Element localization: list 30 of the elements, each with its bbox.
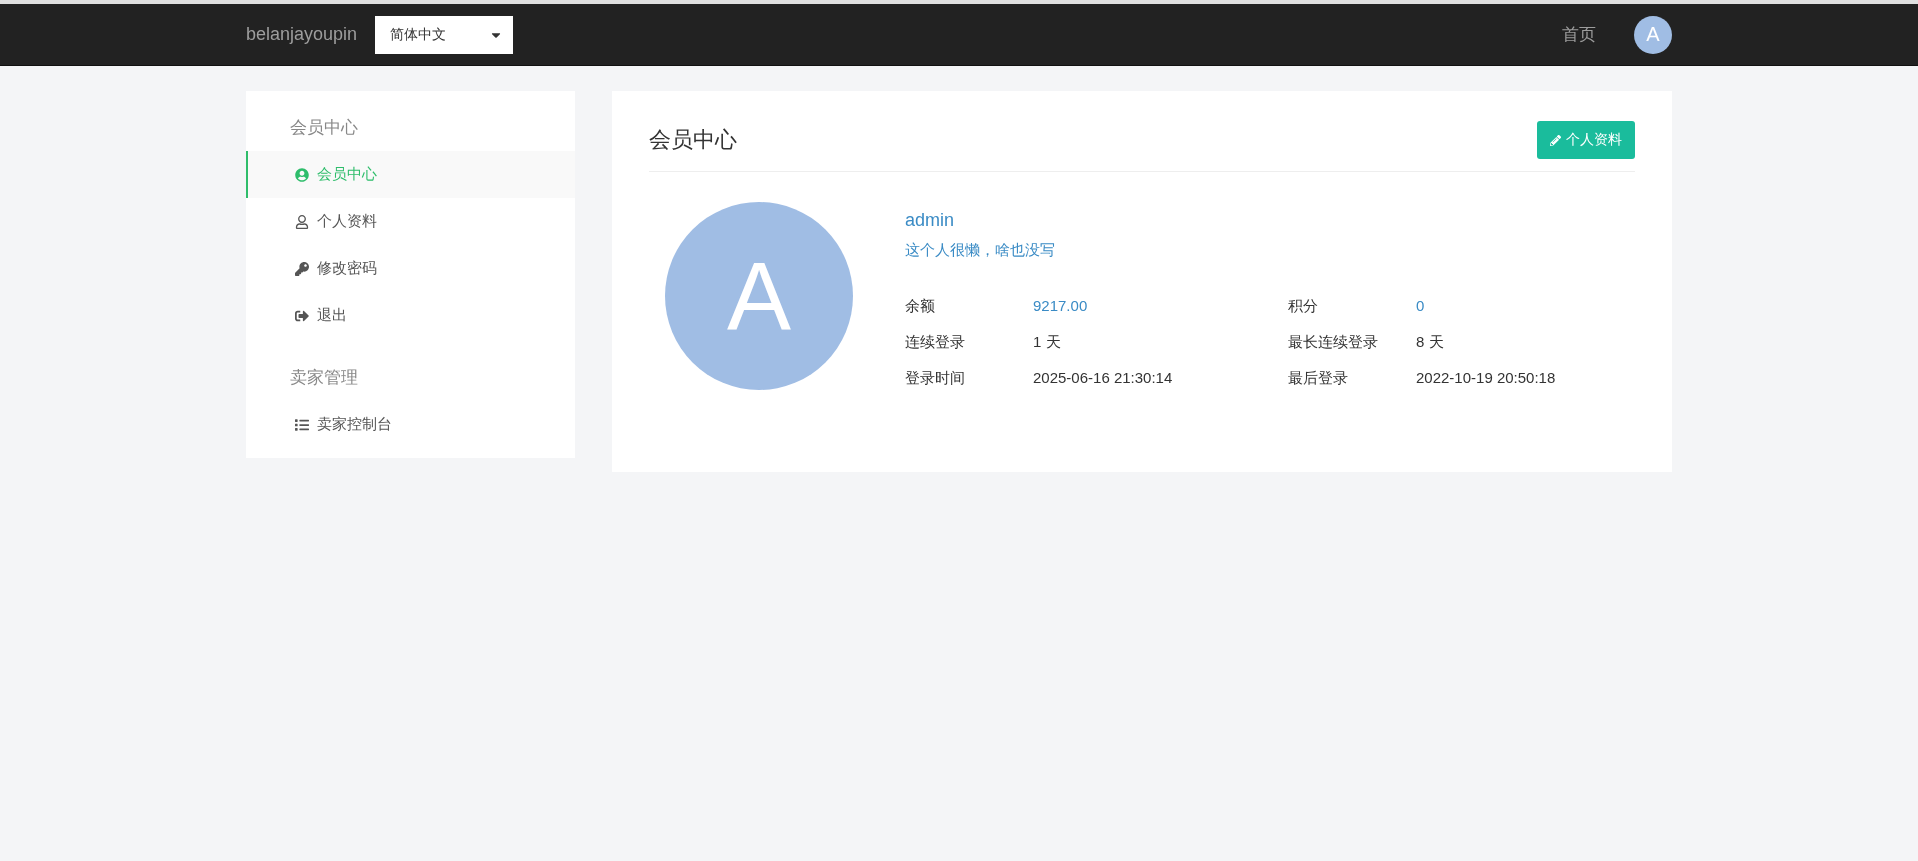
user-bio: 这个人很懒，啥也没写 [905, 241, 1056, 260]
stat-label: 积分 [1288, 297, 1319, 316]
card-title: 会员中心 [649, 126, 737, 154]
stat-value: 2025-06-16 21:30:14 [1033, 369, 1173, 386]
key-icon [295, 261, 309, 276]
stat-value: 1 天 [1033, 333, 1061, 350]
list-icon [295, 417, 309, 432]
sidebar-item[interactable]: 卖家控制台 [246, 401, 575, 448]
stat-value[interactable]: 0 [1416, 297, 1425, 314]
stat-value: 2022-10-19 20:50:18 [1416, 369, 1556, 386]
username[interactable]: admin [905, 210, 1556, 231]
sidebar-item[interactable]: 退出 [246, 292, 575, 339]
sidebar-item[interactable]: 修改密码 [246, 245, 575, 292]
sidebar-item[interactable]: 个人资料 [246, 198, 575, 245]
user-icon [295, 214, 309, 229]
pencil-icon [1550, 134, 1561, 146]
language-select[interactable]: 简体中文 [375, 15, 514, 54]
profile-avatar: A [665, 202, 853, 390]
nav-link[interactable]: 首页 [1562, 23, 1596, 46]
sidebar-heading: 会员中心 [289, 116, 359, 139]
stat-label: 最长连续登录 [1288, 333, 1379, 352]
brand-name[interactable]: belanjayoupin [246, 24, 358, 45]
stat-label: 登录时间 [905, 369, 966, 388]
exit-icon [295, 308, 309, 323]
stat-value: 8 天 [1416, 333, 1444, 350]
stat-value[interactable]: 9217.00 [1033, 297, 1088, 314]
stat-label: 连续登录 [905, 333, 966, 352]
sidebar-heading: 卖家管理 [289, 366, 359, 389]
stat-label: 最后登录 [1288, 369, 1349, 388]
stat-label: 余额 [905, 297, 936, 316]
